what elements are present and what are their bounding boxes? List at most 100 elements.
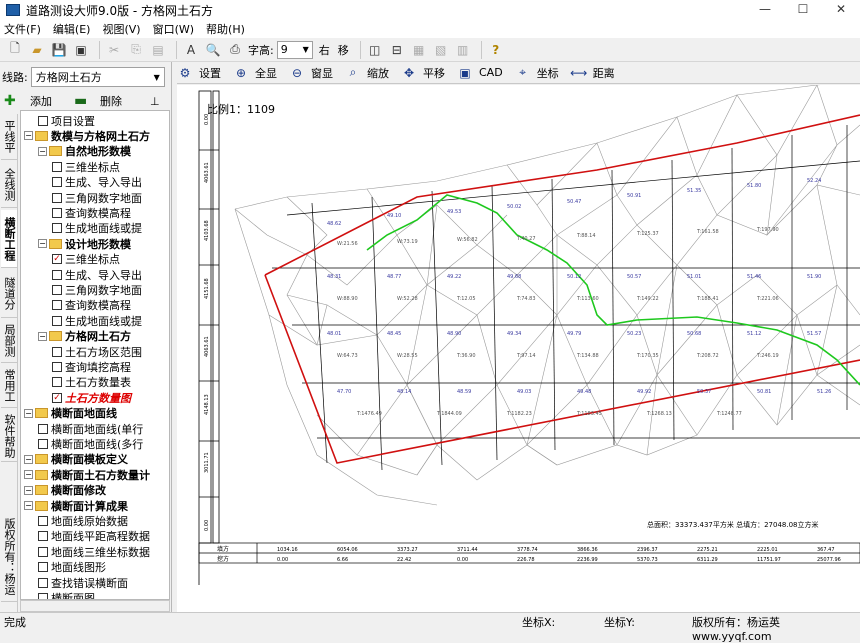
tree-node[interactable]: 地面线图形 [38,560,106,575]
menu-view[interactable]: 视图(V) [102,21,140,37]
cad-tool-pan[interactable]: ✥ 平移 [401,65,445,81]
save-icon[interactable]: 💾 [50,41,68,59]
maximize-button[interactable]: ☐ [784,0,822,20]
tree-expand-icon[interactable]: − [38,239,47,249]
tree-node[interactable]: − 横断面计算成果 [24,498,128,513]
tree-checkbox[interactable]: ✓ [52,254,62,265]
tree-node[interactable]: 地面线原始数据 [38,513,128,528]
tree-node[interactable]: 查询数模高程 [52,298,131,313]
tree-node[interactable]: 地面线平距高程数据 [38,529,150,544]
tree-node[interactable]: ✓ 三维坐标点 [52,252,120,267]
tree-expand-icon[interactable]: − [24,485,33,495]
menu-help[interactable]: 帮助(H) [206,21,245,37]
tree-checkbox[interactable] [52,377,62,388]
vtab-1[interactable]: 平线平差 [1,114,17,160]
tree-checkbox[interactable] [52,192,62,203]
new-file-icon[interactable]: 🗋 [6,41,24,59]
tree-checkbox[interactable] [52,300,62,311]
tree-node[interactable]: 三角网数字地面 [52,190,142,205]
tree-checkbox[interactable] [38,115,48,126]
tree-checkbox[interactable] [52,361,62,372]
vtab-7[interactable]: 软件帮助 [1,410,17,462]
tree-checkbox[interactable] [38,531,48,542]
tree-node[interactable]: 项目设置 [38,113,95,128]
tree-node[interactable]: 查询数模高程 [52,205,131,220]
cad-tool-coordinate[interactable]: ⌖ 坐标 [515,65,558,81]
preview-icon[interactable]: 🔍 [204,41,222,59]
tree-node[interactable]: 查找错误横断面 [38,575,128,590]
help-icon[interactable]: ? [487,41,505,59]
tree-node[interactable]: 横断面地面线(多行 [38,436,143,451]
route-select[interactable]: 方格网土石方 ▼ [30,67,165,87]
cad-tool-settings[interactable]: ⚙ 设置 [177,65,221,81]
layout-icon[interactable]: ◫ [366,41,384,59]
tree-node[interactable]: − 横断面模板定义 [24,452,128,467]
vtab-6[interactable]: 常用工具 [1,364,17,408]
copy-icon[interactable]: ⎘ [127,41,145,59]
tree-checkbox[interactable] [52,207,62,218]
tree-node[interactable]: − 设计地形数模 [38,236,131,251]
tree-expand-icon[interactable]: − [38,146,47,156]
vtab-8[interactable]: 版权所有：杨运英 [1,512,17,602]
vtab-3[interactable]: 横断工程 [1,210,17,268]
printer-icon[interactable]: ⎙ [226,41,244,59]
tree-checkbox[interactable] [52,223,62,234]
tree-node[interactable]: 三角网数字地面 [52,282,142,297]
tree-expand-icon[interactable]: − [24,454,33,464]
paste-icon[interactable]: ▤ [149,41,167,59]
add-button[interactable]: 添加 [30,93,52,109]
tree-horizontal-scrollbar[interactable] [20,600,170,612]
tree-expand-icon[interactable]: − [38,331,47,341]
arrange-icon[interactable]: ▥ [454,41,472,59]
cad-tool-zoom-window[interactable]: ⊖ 窗显 [289,65,333,81]
tree-node[interactable]: ✓ 土石方数量图 [52,390,131,405]
cascade-icon[interactable]: ▧ [432,41,450,59]
tree-checkbox[interactable] [38,515,48,526]
tree-expand-icon[interactable]: − [24,408,33,418]
tree-node[interactable]: 横断面图 [38,590,95,599]
tree-checkbox[interactable] [52,346,62,357]
tree-checkbox[interactable] [38,577,48,588]
tree-checkbox[interactable] [38,546,48,557]
tree-node[interactable]: − 横断面土石方数量计 [24,467,150,482]
font-height-select[interactable]: 9 ▼ [276,40,313,59]
tree-checkbox[interactable] [38,423,48,434]
tree-checkbox[interactable] [52,177,62,188]
vtab-5[interactable]: 局部测设 [1,319,17,363]
vtab-2[interactable]: 全线测设 [1,162,17,208]
vtab-4[interactable]: 隧道分析 [1,270,17,318]
frame-icon[interactable]: ⊟ [388,41,406,59]
tree-node[interactable]: 横断面地面线(单行 [38,421,143,436]
tree-checkbox[interactable] [38,592,48,599]
minimize-button[interactable]: — [746,0,784,20]
tree-checkbox[interactable]: ✓ [52,392,62,403]
drawing-canvas[interactable]: 0.00 4063.61 4103.68 4151.68 4063.61 4148.13 3… [177,85,860,612]
tree-node[interactable]: 地面线三维坐标数据 [38,544,150,559]
tree-checkbox[interactable] [38,438,48,449]
tree-expand-icon[interactable]: − [24,470,33,480]
tree-node[interactable]: − 横断面修改 [24,483,106,498]
tree-expand-icon[interactable]: − [24,131,33,141]
move-button[interactable]: 移 [338,42,349,58]
add-icon[interactable]: ✚ [4,93,20,109]
tree-checkbox[interactable] [52,269,62,280]
cad-tool-distance[interactable]: ⟷ 距离 [570,65,615,81]
tree-node[interactable]: 生成地面线或提 [52,221,142,236]
cut-icon[interactable]: ✂ [105,41,123,59]
tree-node[interactable]: 查询填挖高程 [52,359,131,374]
tree-node[interactable]: 生成、导入导出 [52,267,142,282]
tree-checkbox[interactable] [38,562,48,573]
delete-icon[interactable]: ▬ [74,93,90,109]
print-preview-icon[interactable]: ▣ [72,41,90,59]
close-button[interactable]: ✕ [822,0,860,20]
text-icon[interactable]: A [182,41,200,59]
pin-icon[interactable]: ⊥ [150,95,160,108]
tree-node[interactable]: 生成地面线或提 [52,313,142,328]
menu-window[interactable]: 窗口(W) [153,21,194,37]
align-right-button[interactable]: 右 [319,42,330,58]
tree-expand-icon[interactable]: − [24,501,33,510]
tree-node[interactable]: − 横断面地面线 [24,406,117,421]
open-folder-icon[interactable]: ▰ [28,41,46,59]
tree-node[interactable]: − 方格网土石方 [38,329,131,344]
tile-icon[interactable]: ▦ [410,41,428,59]
